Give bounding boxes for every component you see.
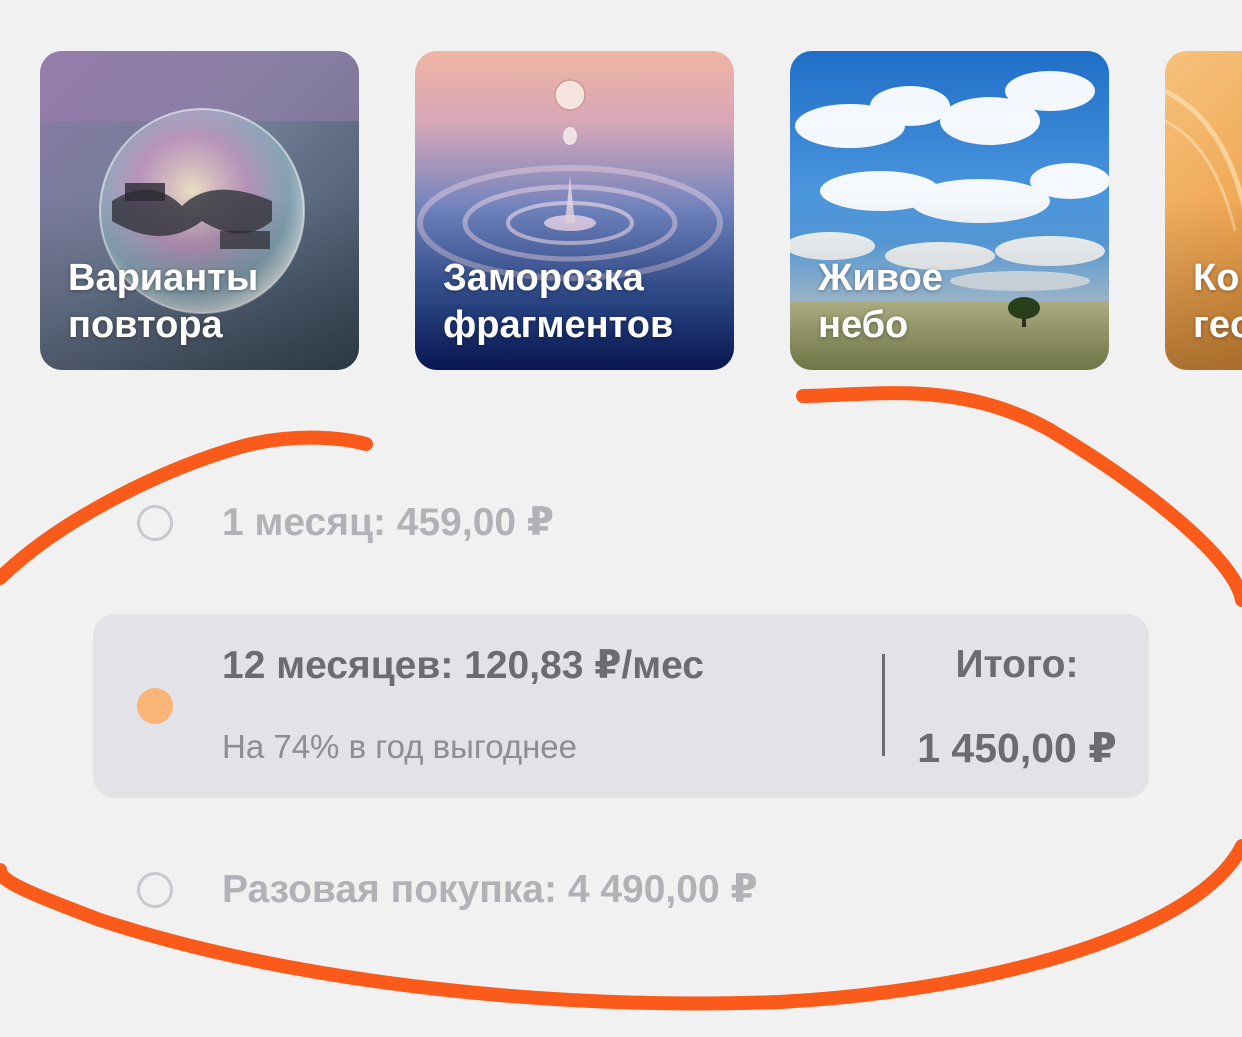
plan-option-monthly[interactable]: 1 месяц: 459,00 ₽ <box>100 490 1000 560</box>
plan-yearly-label: 12 месяцев: 120,83 ₽/мес <box>222 644 704 687</box>
plan-option-lifetime[interactable]: Разовая покупка: 4 490,00 ₽ <box>100 856 1000 926</box>
plan-yearly-savings: На 74% в год выгоднее <box>222 728 578 765</box>
feature-label: Варианты повтора <box>68 257 259 346</box>
feature-card-geo[interactable]: Ко гео <box>1165 51 1242 370</box>
feature-card-freeze-frames[interactable]: Заморозка фрагментов <box>415 51 734 370</box>
feature-label: Ко гео <box>1193 257 1242 346</box>
radio-button-lifetime[interactable] <box>137 872 173 908</box>
total-value: 1 450,00 ₽ <box>917 725 1117 771</box>
paywall-screen: Варианты повтора Заморозка фрагментов Жи… <box>0 0 1242 1037</box>
feature-card-live-sky[interactable]: Живое небо <box>790 51 1109 370</box>
total-label: Итого: <box>955 643 1079 686</box>
feature-label: Заморозка фрагментов <box>443 257 674 346</box>
feature-card-repeat-options[interactable]: Варианты повтора <box>40 51 359 370</box>
plan-divider <box>882 654 885 756</box>
radio-button-monthly[interactable] <box>137 505 173 541</box>
plan-monthly-label: 1 месяц: 459,00 ₽ <box>222 501 555 544</box>
feature-label: Живое небо <box>818 257 943 346</box>
plan-lifetime-label: Разовая покупка: 4 490,00 ₽ <box>222 868 758 911</box>
radio-button-yearly[interactable] <box>137 688 173 724</box>
